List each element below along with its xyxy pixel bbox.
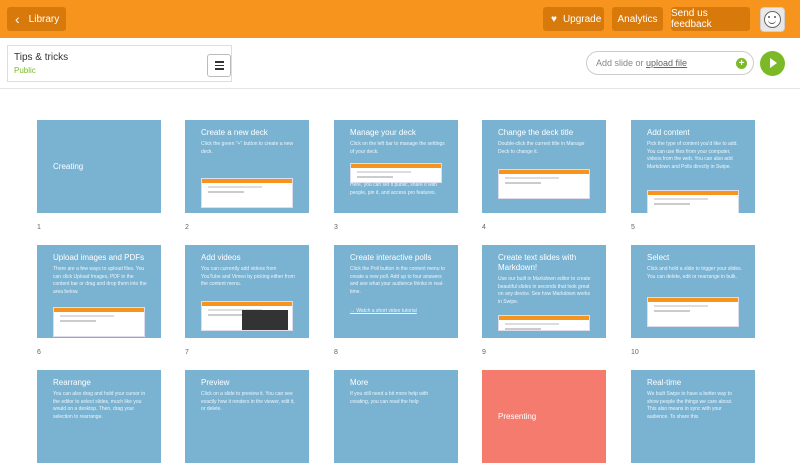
deck-title[interactable]: Tips & tricks <box>14 52 68 63</box>
heart-icon: ♥ <box>551 13 557 25</box>
slide-card[interactable]: Preview Click on a slide to preview it. Y… <box>185 370 309 463</box>
slide-body: Click on the left bar to manage the sett… <box>350 141 445 155</box>
slide-title: Manage your deck <box>350 128 416 137</box>
slide-body: Click and hold a slide to trigger your s… <box>647 266 743 280</box>
upload-file-link[interactable]: upload file <box>646 58 687 68</box>
slide-screenshot <box>498 315 590 331</box>
upgrade-button[interactable]: ♥ Upgrade <box>543 7 604 31</box>
slide-card[interactable]: Creating <box>37 120 161 213</box>
slide-title: Real-time <box>647 378 682 387</box>
deck-menu-button[interactable] <box>207 54 231 77</box>
slide-screenshot <box>647 297 739 327</box>
slide-title: Add videos <box>201 253 241 262</box>
slide-body: If you still need a bit more help with c… <box>350 391 429 405</box>
add-slide-bar[interactable]: Add slide or upload file + <box>586 51 754 75</box>
slide-card[interactable]: Change the deck title Double-click the cu… <box>482 120 606 213</box>
slide-card[interactable]: More If you still need a bit more help wi… <box>334 370 458 463</box>
library-button[interactable]: ‹ Library <box>7 7 66 31</box>
slide-screenshot <box>53 307 145 337</box>
slide-number: 7 <box>185 349 189 356</box>
slide-card[interactable]: Rearrange You can also drag and hold your… <box>37 370 161 463</box>
slide-title: Creating <box>53 162 84 171</box>
deck-visibility: Public <box>14 66 36 75</box>
slide-body: Click the Poll button in the content men… <box>350 266 446 295</box>
slide-screenshot <box>647 190 739 213</box>
slide-card[interactable]: Upload images and PDFs There are a few wa… <box>37 245 161 338</box>
slide-number: 3 <box>334 224 338 231</box>
slide-screenshot <box>201 178 293 208</box>
analytics-button[interactable]: Analytics <box>612 7 663 31</box>
slide-title: Presenting <box>498 412 537 421</box>
slide-number: 5 <box>631 224 635 231</box>
add-slide-text: Add slide or upload file <box>596 58 687 68</box>
slide-title: Create interactive polls <box>350 253 432 262</box>
slide-card[interactable]: Real-time We built Swipe to have a better… <box>631 370 755 463</box>
add-slide-prefix: Add slide or <box>596 58 647 68</box>
hamburger-icon <box>214 61 224 63</box>
slide-title: Add content <box>647 128 690 137</box>
slide-card[interactable]: Presenting <box>482 370 606 463</box>
deck-info-panel: Tips & tricks Public <box>7 45 232 82</box>
slide-title: Create text slides with Markdown! <box>498 253 577 272</box>
slide-body: We built Swipe to have a better way to s… <box>647 391 733 420</box>
slide-title: Preview <box>201 378 230 387</box>
avatar[interactable] <box>760 7 785 32</box>
divider <box>0 88 800 89</box>
slide-body: Click on a slide to preview it. You can … <box>201 391 295 412</box>
slide-screenshot <box>498 169 590 199</box>
slide-number: 4 <box>482 224 486 231</box>
slide-body: You can also drag and hold your cursor i… <box>53 391 146 420</box>
slide-body: You can currently add videos from YouTub… <box>201 266 295 287</box>
slide-screenshot <box>201 301 293 331</box>
upgrade-label: Upgrade <box>562 13 602 25</box>
top-bar: ‹ Library ♥ Upgrade Analytics Send us fe… <box>0 0 800 38</box>
slide-body: Use our built in Markdown editor to crea… <box>498 276 591 305</box>
slide-title: Create a new deck <box>201 128 268 137</box>
slide-number: 2 <box>185 224 189 231</box>
slide-card[interactable]: Create a new deck Click the green "+" but… <box>185 120 309 213</box>
slide-card[interactable]: Create text slides with Markdown! Use our… <box>482 245 606 338</box>
slide-body: Click the green "+" button to create a n… <box>201 141 294 155</box>
slide-card[interactable]: Create interactive polls Click the Poll b… <box>334 245 458 338</box>
slide-title: Select <box>647 253 670 262</box>
play-button[interactable] <box>760 51 785 76</box>
tutorial-link[interactable]: → Watch a short video tutorial <box>350 308 417 314</box>
slide-card[interactable]: Manage your deck Click on the left bar to… <box>334 120 458 213</box>
slide-number: 1 <box>37 224 41 231</box>
slide-card[interactable]: Select Click and hold a slide to trigger … <box>631 245 755 338</box>
slide-screenshot <box>350 163 442 183</box>
plus-icon[interactable]: + <box>736 58 747 69</box>
slide-title: More <box>350 378 369 387</box>
slide-number: 8 <box>334 349 338 356</box>
slide-title: Rearrange <box>53 378 91 387</box>
slide-body: Pick the type of content you'd like to a… <box>647 141 738 170</box>
smiley-icon <box>764 11 781 28</box>
slide-body: There are a few ways to upload files. Yo… <box>53 266 147 295</box>
library-label: Library <box>28 13 60 25</box>
slide-title: Upload images and PDFs <box>53 253 145 262</box>
slide-body: Here, you can set it public, share it wi… <box>350 182 437 196</box>
slide-number: 6 <box>37 349 41 356</box>
feedback-button[interactable]: Send us feedback <box>671 7 750 31</box>
slide-card[interactable]: Add content Pick the type of content you'… <box>631 120 755 213</box>
slide-number: 9 <box>482 349 486 356</box>
slide-number: 10 <box>631 349 639 356</box>
slide-title: Change the deck title <box>498 128 574 137</box>
slide-card[interactable]: Add videos You can currently add videos f… <box>185 245 309 338</box>
slide-body: Double-click the current title in Manage… <box>498 141 585 155</box>
chevron-left-icon: ‹ <box>15 11 20 27</box>
